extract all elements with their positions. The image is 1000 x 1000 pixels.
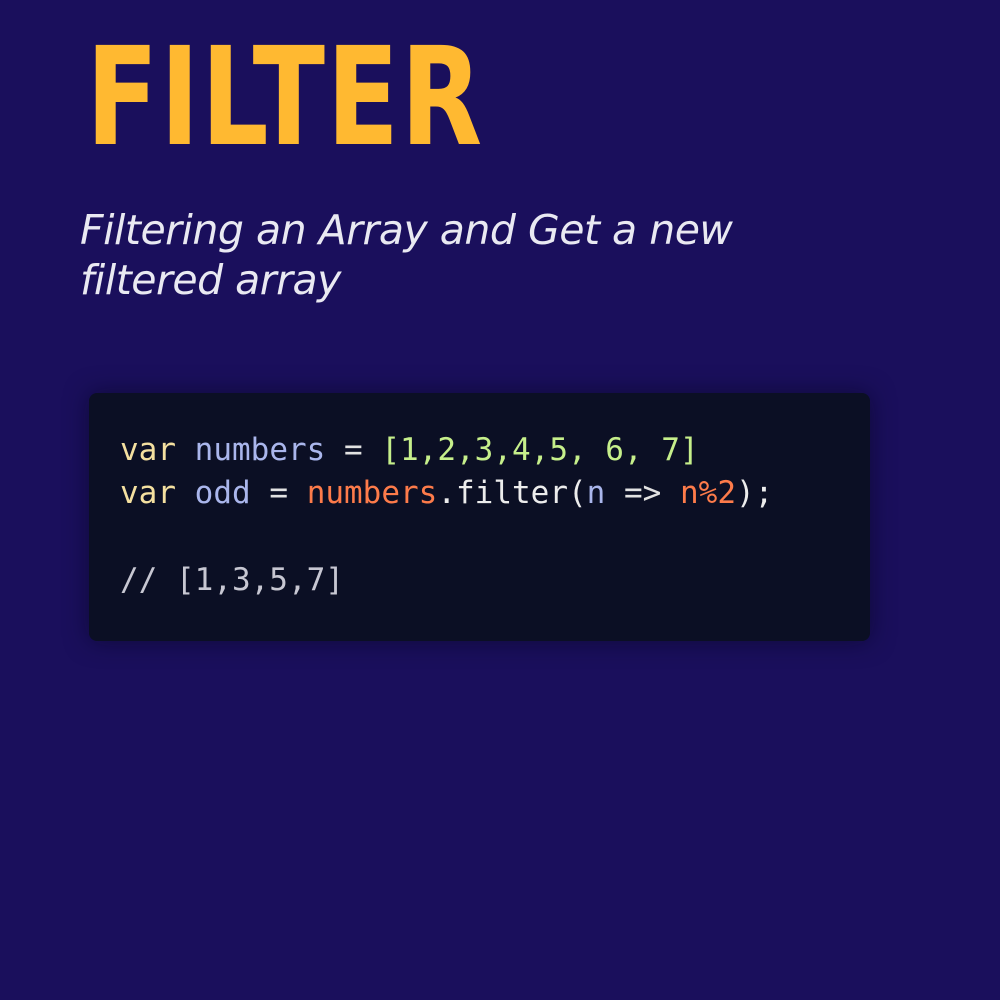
code-block: var numbers = [1,2,3,4,5, 6, 7] var odd … bbox=[89, 393, 870, 641]
code-comment-text: // [1,3,5,7] bbox=[120, 562, 344, 598]
code-line-end: ); bbox=[736, 475, 774, 511]
code-variable-name: numbers bbox=[194, 432, 326, 468]
code-line-1: var numbers = [1,2,3,4,5, 6, 7] bbox=[120, 430, 699, 470]
code-expression: n%2 bbox=[680, 475, 736, 511]
code-object-ref: numbers bbox=[306, 475, 438, 511]
code-keyword: var bbox=[120, 475, 176, 511]
code-line-2: var odd = numbers.filter(n => n%2); bbox=[120, 473, 773, 513]
code-array-literal: [1,2,3,4,5, 6, 7] bbox=[381, 432, 699, 468]
code-arrow: => bbox=[624, 475, 662, 511]
code-operator: = bbox=[344, 432, 363, 468]
code-comment: // [1,3,5,7] bbox=[120, 560, 344, 600]
code-keyword: var bbox=[120, 432, 176, 468]
code-param: n bbox=[586, 475, 606, 511]
code-operator: = bbox=[269, 475, 289, 511]
code-method-call: .filter( bbox=[437, 475, 587, 511]
code-variable-name: odd bbox=[194, 475, 251, 511]
page-title: FILTER bbox=[86, 19, 484, 177]
page-subtitle: Filtering an Array and Get a new filtere… bbox=[80, 206, 733, 304]
